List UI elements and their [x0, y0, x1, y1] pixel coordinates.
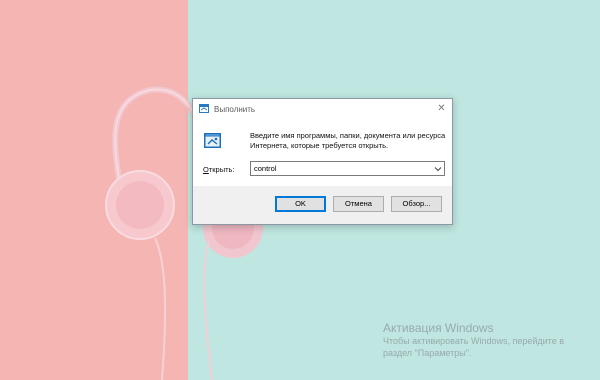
- dialog-title: Выполнить: [214, 105, 256, 114]
- windows-activation-watermark: Активация Windows Чтобы активировать Win…: [383, 321, 564, 359]
- watermark-title: Активация Windows: [383, 321, 494, 335]
- run-dialog: Выполнить ✕ Введите имя программы, папки…: [192, 98, 453, 225]
- cancel-button[interactable]: Отмена: [333, 196, 384, 212]
- watermark-line-1: Чтобы активировать Windows, перейдите в: [383, 336, 564, 346]
- dialog-button-bar: OK Отмена Обзор...: [193, 186, 452, 224]
- run-app-icon: [204, 133, 221, 148]
- desktop: Активация Windows Чтобы активировать Win…: [0, 0, 600, 380]
- browse-button[interactable]: Обзор...: [391, 196, 442, 212]
- close-button[interactable]: ✕: [433, 101, 450, 117]
- run-app-icon: [199, 104, 209, 113]
- dialog-description: Введите имя программы, папки, документа …: [250, 131, 446, 150]
- open-combobox[interactable]: control: [250, 161, 445, 176]
- open-label-text: ткрыть:: [208, 165, 235, 174]
- close-icon: ✕: [437, 103, 446, 114]
- open-input-value[interactable]: control: [254, 164, 277, 174]
- dialog-titlebar[interactable]: Выполнить ✕: [193, 99, 452, 120]
- chevron-down-icon[interactable]: [434, 165, 442, 173]
- open-field-label: Открыть:: [203, 165, 235, 175]
- ok-button[interactable]: OK: [275, 196, 326, 212]
- watermark-line-2: раздел "Параметры".: [383, 348, 472, 358]
